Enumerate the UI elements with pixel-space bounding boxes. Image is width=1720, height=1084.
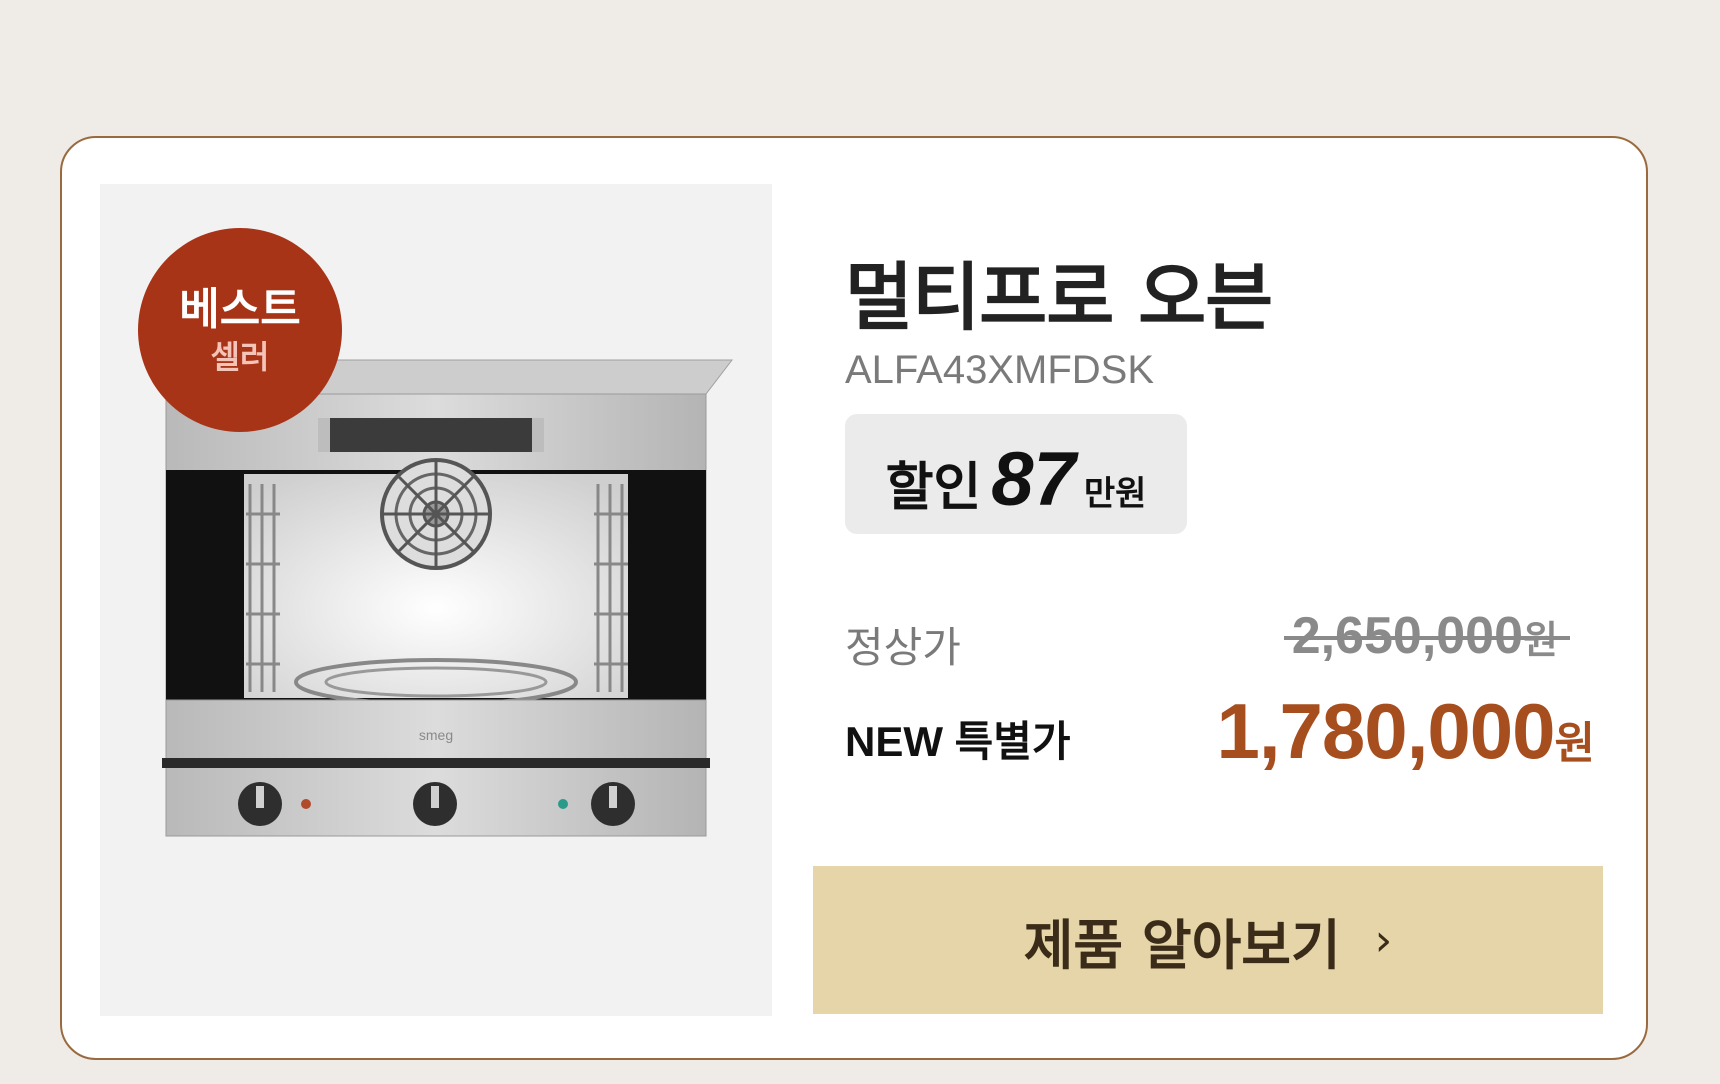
- discount-tag: 할인 87 만원: [845, 414, 1187, 534]
- discount-unit: 만원: [1083, 474, 1147, 514]
- view-product-button[interactable]: 제품 알아보기 ›: [813, 866, 1603, 1014]
- regular-price: 2,650,000원: [1283, 606, 1570, 666]
- bestseller-badge: 베스트 셀러: [138, 228, 342, 432]
- discount-label: 할인: [885, 458, 982, 518]
- product-card: smeg 베스트 셀러 멀티프로 오븐 ALFA43XMFDSK 할인 87 만…: [60, 136, 1648, 1060]
- badge-line2: 셀러: [210, 338, 270, 376]
- discount-amount: 87: [991, 437, 1076, 522]
- regular-price-unit: 원: [1523, 620, 1558, 662]
- view-product-label: 제품 알아보기: [1023, 913, 1341, 977]
- chevron-right-icon: ›: [1374, 914, 1393, 966]
- product-info: 멀티프로 오븐 ALFA43XMFDSK 할인 87 만원 정상가 2,650,…: [813, 138, 1646, 1058]
- strikethrough-line: [1283, 636, 1570, 640]
- special-price: 1,780,000원: [1216, 686, 1596, 777]
- brand-logo: smeg: [419, 727, 453, 743]
- regular-price-label: 정상가: [845, 623, 961, 672]
- product-image[interactable]: smeg 베스트 셀러: [100, 184, 772, 1016]
- special-price-label: NEW 특별가: [845, 718, 1071, 765]
- badge-line1: 베스트: [179, 284, 301, 335]
- product-model: ALFA43XMFDSK: [845, 348, 1155, 392]
- special-price-value: 1,780,000: [1216, 687, 1556, 775]
- product-title: 멀티프로 오븐: [845, 255, 1273, 341]
- special-price-unit: 원: [1554, 719, 1595, 768]
